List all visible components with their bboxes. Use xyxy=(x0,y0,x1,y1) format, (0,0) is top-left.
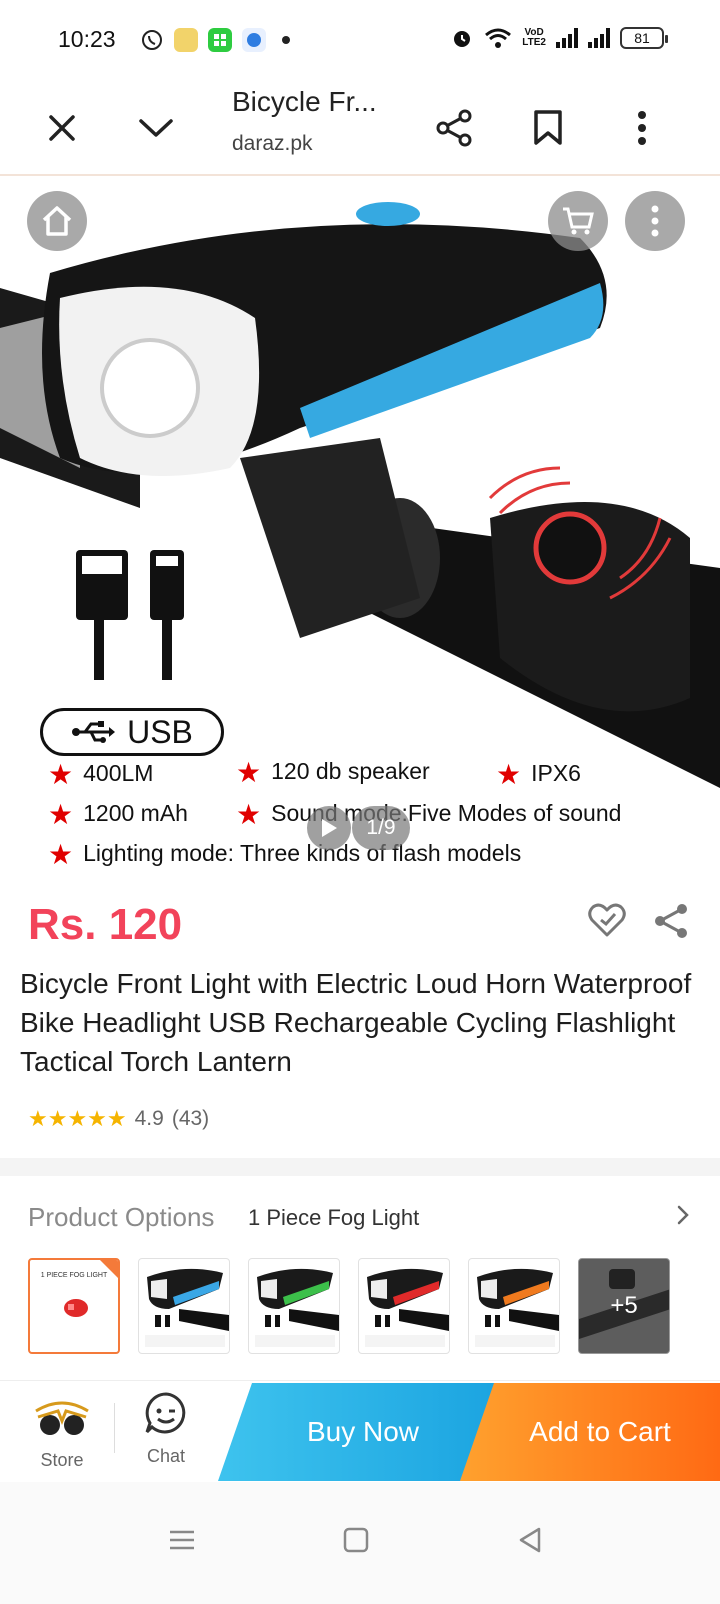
spec-item: ★ IPX6 xyxy=(496,758,581,791)
usb-label: USB xyxy=(127,713,193,750)
wishlist-heart-icon[interactable] xyxy=(588,902,626,938)
grid-app-icon xyxy=(208,28,232,52)
back-icon[interactable] xyxy=(500,1510,560,1570)
bookmark-icon[interactable] xyxy=(518,98,578,158)
thumb-light-image xyxy=(255,1268,339,1347)
star-icon: ★ xyxy=(48,799,74,830)
section-divider xyxy=(0,1158,720,1176)
option-thumb-fog-light[interactable]: 1 PIECE FOG LIGHT xyxy=(28,1258,120,1354)
cart-icon[interactable] xyxy=(548,191,608,251)
star-icon: ★ xyxy=(48,759,74,790)
option-thumb-red[interactable] xyxy=(358,1258,450,1354)
battery-icon: 81 xyxy=(620,27,668,49)
spec-item: ★ 1200 mAh xyxy=(48,798,188,831)
notification-icons xyxy=(140,28,290,52)
option-thumb-orange[interactable] xyxy=(468,1258,560,1354)
usb-badge: USB xyxy=(40,708,224,756)
star-icon: ★ xyxy=(48,839,74,870)
home-nav-icon[interactable] xyxy=(326,1510,386,1570)
more-options-icon[interactable] xyxy=(625,191,685,251)
store-button[interactable]: Store xyxy=(22,1391,102,1471)
chevron-right-icon[interactable] xyxy=(676,1204,690,1231)
more-notifications-dot xyxy=(282,36,290,44)
clock: 10:23 xyxy=(58,26,116,52)
app-notification-icon xyxy=(174,28,198,52)
system-indicators: VoD LTE2 81 xyxy=(450,26,668,50)
page-title: Bicycle Fr... xyxy=(232,86,377,117)
home-icon[interactable] xyxy=(27,191,87,251)
fog-light-thumb-image xyxy=(64,1299,88,1317)
image-counter: 1/9 xyxy=(352,806,410,850)
thumb-light-image xyxy=(145,1268,229,1347)
star-icon: ★ xyxy=(236,799,262,830)
browser-app-icon xyxy=(242,28,266,52)
bottom-action-bar: Store Chat Buy Now Add to Cart xyxy=(0,1380,720,1482)
option-thumb-blue[interactable] xyxy=(138,1258,230,1354)
play-icon xyxy=(322,819,337,837)
rating-value: 4.9 xyxy=(134,1107,164,1130)
battery-level: 81 xyxy=(634,30,650,46)
spec-text: 1200 mAh xyxy=(83,800,188,826)
signal-1-icon xyxy=(556,28,578,48)
option-thumb-green[interactable] xyxy=(248,1258,340,1354)
store-logo-icon xyxy=(35,1401,89,1435)
spec-item: ★ Sound mode:Five Modes of sound xyxy=(236,798,621,831)
close-icon[interactable] xyxy=(32,98,92,158)
selected-option[interactable]: 1 Piece Fog Light xyxy=(248,1205,419,1231)
product-rating[interactable]: ★★★★★ 4.9 (43) xyxy=(28,1106,209,1132)
buy-now-button[interactable]: Buy Now xyxy=(218,1383,508,1481)
rating-stars-icon: ★★★★★ xyxy=(28,1106,127,1131)
whatsapp-icon xyxy=(140,28,164,52)
more-vertical-icon[interactable] xyxy=(612,98,672,158)
share-product-icon[interactable] xyxy=(652,902,690,940)
product-price: Rs. 120 xyxy=(28,900,183,949)
rating-count: (43) xyxy=(171,1107,210,1130)
browser-header: Bicycle Fr... daraz.pk xyxy=(0,80,720,176)
usb-icon xyxy=(72,721,116,743)
wifi-icon xyxy=(485,28,512,48)
star-icon: ★ xyxy=(236,757,262,788)
menu-icon[interactable] xyxy=(152,1510,212,1570)
share-icon[interactable] xyxy=(424,98,484,158)
spec-text: 120 db speaker xyxy=(271,758,430,784)
spec-item: ★ 400LM xyxy=(48,758,153,791)
network-label-bottom: LTE2 xyxy=(522,37,546,48)
product-title: Bicycle Front Light with Electric Loud H… xyxy=(20,968,692,1077)
thumb-light-image xyxy=(365,1268,449,1347)
chat-button[interactable]: Chat xyxy=(126,1391,206,1467)
spec-text: IPX6 xyxy=(531,760,581,786)
more-count-label: +5 xyxy=(610,1292,638,1319)
network-type-label: VoD LTE2 xyxy=(522,28,546,48)
system-navigation-bar xyxy=(0,1482,720,1604)
chat-label: Chat xyxy=(146,1446,186,1466)
store-label: Store xyxy=(40,1450,84,1470)
action-separator xyxy=(114,1403,115,1453)
spec-item: ★ 120 db speaker xyxy=(236,756,430,789)
more-options-thumb[interactable]: +5 xyxy=(578,1258,670,1354)
option-thumbnails: 1 PIECE FOG LIGHT +5 xyxy=(28,1258,670,1354)
signal-2-icon xyxy=(588,28,610,48)
add-to-cart-button[interactable]: Add to Cart xyxy=(460,1383,720,1481)
thumb-light-image xyxy=(475,1268,559,1347)
spec-item: ★ Lighting mode: Three kinds of flash mod… xyxy=(48,838,521,871)
product-options-label: Product Options xyxy=(28,1202,215,1232)
price-actions xyxy=(588,902,690,940)
chat-icon xyxy=(145,1392,186,1434)
chevron-down-icon[interactable] xyxy=(126,98,186,158)
status-bar: 10:23 VoD LTE2 81 xyxy=(0,0,720,80)
product-image-carousel[interactable]: USB ★ 400LM ★ 120 db speaker ★ IPX6 ★ 1200 m… xyxy=(0,178,720,898)
page-url[interactable]: daraz.pk xyxy=(232,132,313,156)
play-video-button[interactable] xyxy=(307,806,351,850)
spec-text: 400LM xyxy=(83,760,154,786)
star-icon: ★ xyxy=(496,759,522,790)
spec-text: Lighting mode: Three kinds of flash mode… xyxy=(83,840,522,866)
alarm-icon xyxy=(454,31,471,47)
